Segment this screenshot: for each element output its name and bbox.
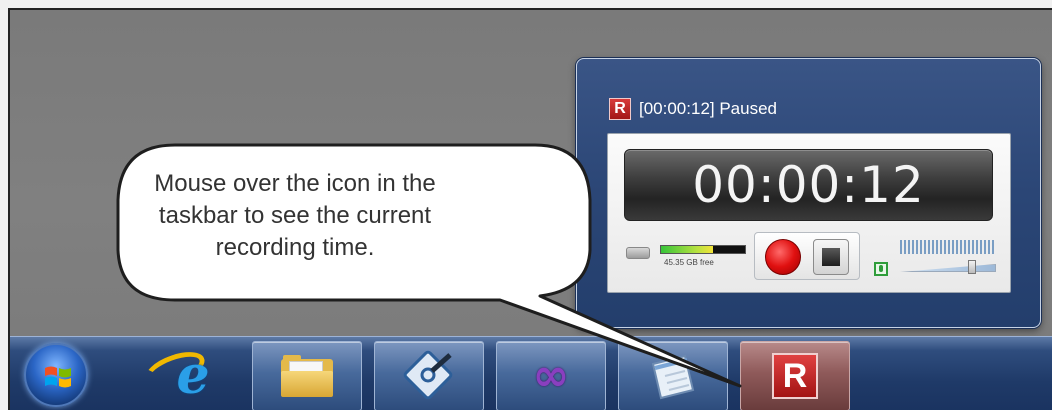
stop-button[interactable] xyxy=(813,239,849,275)
time-display: 00:00:12 xyxy=(624,149,993,221)
taskbar-expression-design[interactable] xyxy=(374,341,484,410)
folder-icon xyxy=(281,355,333,397)
taskbar-visual-studio[interactable]: ∞ xyxy=(496,341,606,410)
visual-studio-icon: ∞ xyxy=(532,350,570,401)
taskbar-notepad[interactable] xyxy=(618,341,728,410)
volume-slider-track[interactable] xyxy=(900,264,996,272)
windows-logo-icon xyxy=(45,366,71,388)
volume-slider-thumb[interactable] xyxy=(968,260,976,274)
start-button[interactable] xyxy=(24,343,88,407)
preview-title-bar: R [00:00:12] Paused xyxy=(609,97,777,121)
disk-free-label: 45.35 GB free xyxy=(664,258,714,267)
taskbar-windows-explorer[interactable] xyxy=(252,341,362,410)
callout-text: Mouse over the icon in the taskbar to se… xyxy=(154,170,436,261)
disk-icon xyxy=(626,247,650,259)
taskbar-thumbnail-preview[interactable]: R [00:00:12] Paused 00:00:12 45.35 GB fr… xyxy=(576,58,1041,328)
recorder-icon: R xyxy=(772,353,818,399)
elapsed-time: 00:00:12 xyxy=(692,156,925,214)
taskbar: e ∞ R xyxy=(10,336,1052,410)
stop-icon xyxy=(822,248,840,266)
taskbar-internet-explorer[interactable]: e xyxy=(138,341,248,410)
audio-level-meter xyxy=(900,240,996,254)
record-button[interactable] xyxy=(765,239,801,275)
recorder-panel: 00:00:12 45.35 GB free xyxy=(607,133,1011,293)
design-pen-icon xyxy=(403,350,453,400)
recorder-app-icon: R xyxy=(609,98,631,120)
microphone-icon[interactable] xyxy=(874,262,888,276)
preview-title: [00:00:12] Paused xyxy=(639,99,778,118)
notepad-icon xyxy=(651,354,695,400)
internet-explorer-icon: e xyxy=(176,345,210,406)
taskbar-recorder-app[interactable]: R xyxy=(740,341,850,410)
disk-space-fill xyxy=(661,246,714,253)
disk-space-bar xyxy=(660,245,746,254)
recording-controls xyxy=(754,232,860,280)
